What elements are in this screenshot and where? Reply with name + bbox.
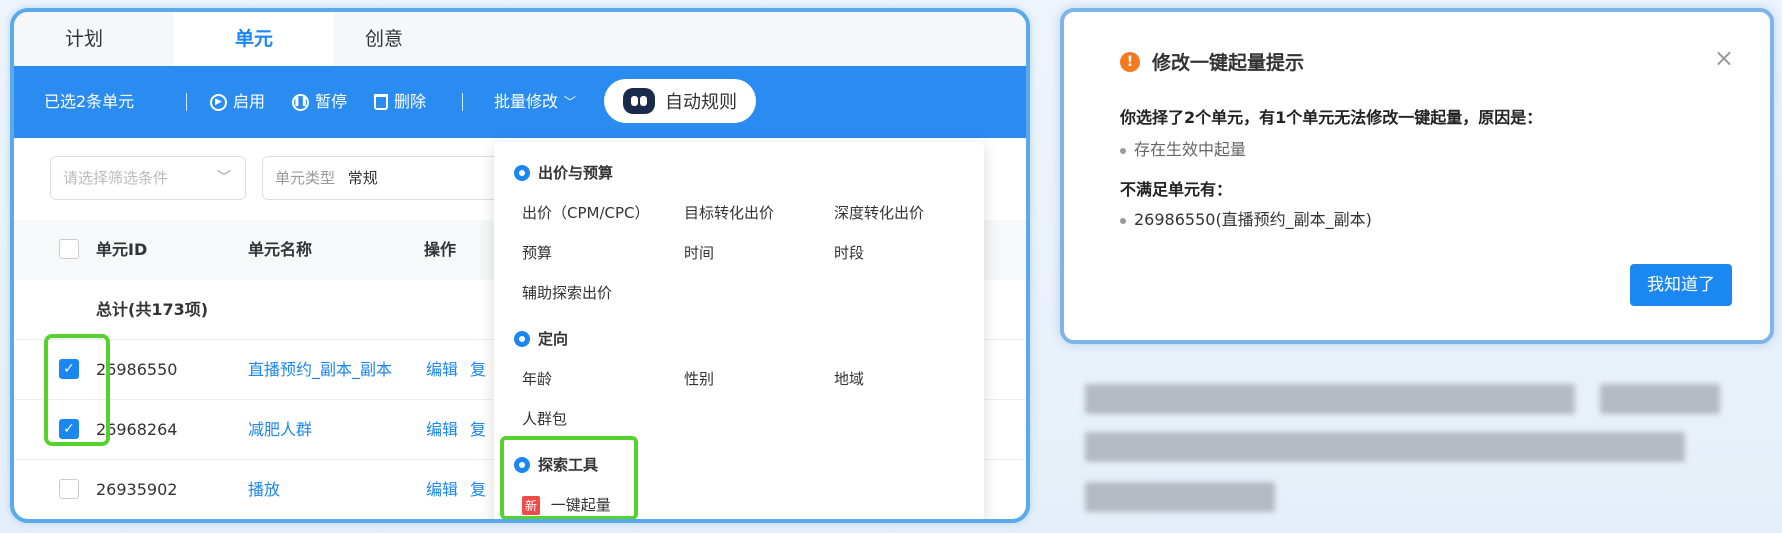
bullet-icon [1120, 217, 1126, 224]
edit-link[interactable]: 编辑 [426, 400, 458, 460]
close-icon[interactable]: × [1714, 44, 1734, 72]
tab-plan[interactable]: 计划 [54, 12, 114, 66]
highlight-box [500, 436, 638, 519]
tab-creative[interactable]: 创意 [344, 12, 424, 66]
copy-link[interactable]: 复 [470, 340, 486, 400]
highlight-box [44, 334, 110, 446]
select-all-checkbox[interactable] [59, 239, 79, 259]
batch-toolbar: 已选2条单元 ▶ 启用 ❚❚ 暂停 删除 批量修改 ﹀ 自动规则 [14, 66, 1026, 138]
batch-edit-button[interactable]: 批量修改 ﹀ [494, 66, 576, 138]
menu-item-target-bid[interactable]: 目标转化出价 [684, 202, 774, 223]
unit-type-value: 常规 [347, 169, 378, 187]
pause-button[interactable]: ❚❚ 暂停 [292, 66, 347, 138]
col-unit-name: 单元名称 [248, 240, 313, 259]
trash-icon [374, 94, 388, 110]
col-operation: 操作 [424, 240, 457, 259]
copy-link[interactable]: 复 [470, 400, 486, 460]
batch-edit-label: 批量修改 [494, 92, 559, 111]
section-targeting: 定向 [514, 328, 568, 349]
blur-line [1085, 384, 1575, 414]
menu-item-deep-bid[interactable]: 深度转化出价 [834, 202, 924, 223]
selected-count: 已选2条单元 [44, 92, 135, 111]
chevron-down-icon: ﹀ [564, 95, 577, 109]
reason-item: 存在生效中起量 [1120, 136, 1246, 160]
batch-edit-dropdown: 出价与预算 出价（CPM/CPC） 目标转化出价 深度转化出价 预算 时间 时段… [494, 142, 984, 519]
enable-button[interactable]: ▶ 启用 [210, 66, 265, 138]
menu-item-budget[interactable]: 预算 [522, 242, 552, 263]
bullet-icon [1120, 147, 1126, 154]
dialog-title: ! 修改一键起量提示 [1120, 48, 1304, 75]
unit-name-link[interactable]: 直播预约_副本_副本 [248, 340, 392, 400]
bid-icon [514, 164, 530, 181]
pause-label: 暂停 [315, 92, 348, 111]
robot-icon [623, 88, 655, 114]
unmet-unit-item: 26986550(直播预约_副本_副本) [1120, 206, 1372, 230]
ad-unit-panel: 计划 单元 创意 已选2条单元 ▶ 启用 ❚❚ 暂停 删除 批量修改 ﹀ 自动规… [10, 8, 1030, 523]
toolbar-divider [186, 93, 187, 111]
menu-item-period[interactable]: 时段 [834, 242, 864, 263]
reason-text: 存在生效中起量 [1134, 140, 1247, 159]
tab-unit[interactable]: 单元 [174, 12, 334, 66]
section-title: 定向 [538, 330, 569, 348]
menu-item-assist-bid[interactable]: 辅助探索出价 [522, 282, 612, 303]
warning-icon: ! [1120, 51, 1140, 72]
dialog-message: 你选择了2个单元，有1个单元无法修改一键起量，原因是： [1120, 108, 1543, 127]
section-bid-budget: 出价与预算 [514, 162, 613, 183]
delete-label: 删除 [394, 92, 427, 111]
auto-rule-button[interactable]: 自动规则 [604, 79, 756, 123]
unmet-unit-text: 26986550(直播预约_副本_副本) [1134, 210, 1372, 229]
unit-name-link[interactable]: 减肥人群 [248, 400, 312, 460]
unit-type-label: 单元类型 [275, 169, 336, 187]
menu-item-age[interactable]: 年龄 [522, 368, 552, 389]
targeting-icon [514, 330, 530, 347]
blur-line [1600, 384, 1720, 414]
unmet-label: 不满足单元有： [1120, 180, 1233, 199]
copy-link[interactable]: 复 [470, 460, 486, 519]
section-title: 出价与预算 [538, 164, 614, 182]
unit-type-select[interactable]: 单元类型 常规 [262, 156, 502, 200]
blur-line [1085, 432, 1685, 462]
total-label: 总计(共173项) [96, 300, 209, 319]
filter-select[interactable]: 请选择筛选条件 ﹀ [50, 156, 246, 200]
dialog-title-text: 修改一键起量提示 [1152, 52, 1305, 74]
col-unit-id: 单元ID [96, 240, 148, 259]
toolbar-divider [462, 93, 463, 111]
play-icon: ▶ [210, 93, 227, 111]
delete-button[interactable]: 删除 [374, 66, 426, 138]
auto-rule-label: 自动规则 [665, 92, 737, 113]
enable-label: 启用 [233, 92, 266, 111]
tab-bar: 计划 单元 创意 [14, 12, 1026, 66]
menu-item-gender[interactable]: 性别 [684, 368, 714, 389]
pause-icon: ❚❚ [292, 93, 309, 111]
menu-item-time[interactable]: 时间 [684, 242, 714, 263]
menu-item-bid[interactable]: 出价（CPM/CPC） [522, 202, 650, 223]
edit-link[interactable]: 编辑 [426, 460, 458, 519]
unit-id: 26935902 [96, 480, 178, 499]
edit-link[interactable]: 编辑 [426, 340, 458, 400]
boost-warning-dialog: ! 修改一键起量提示 × 你选择了2个单元，有1个单元无法修改一键起量，原因是：… [1060, 8, 1774, 344]
chevron-down-icon: ﹀ [217, 170, 231, 186]
menu-item-crowd[interactable]: 人群包 [522, 408, 567, 429]
menu-item-region[interactable]: 地域 [834, 368, 864, 389]
row-checkbox[interactable] [59, 479, 79, 499]
unit-name-link[interactable]: 播放 [248, 460, 280, 519]
blur-line [1085, 482, 1275, 512]
filter-placeholder: 请选择筛选条件 [63, 169, 169, 187]
acknowledge-button[interactable]: 我知道了 [1630, 264, 1732, 306]
